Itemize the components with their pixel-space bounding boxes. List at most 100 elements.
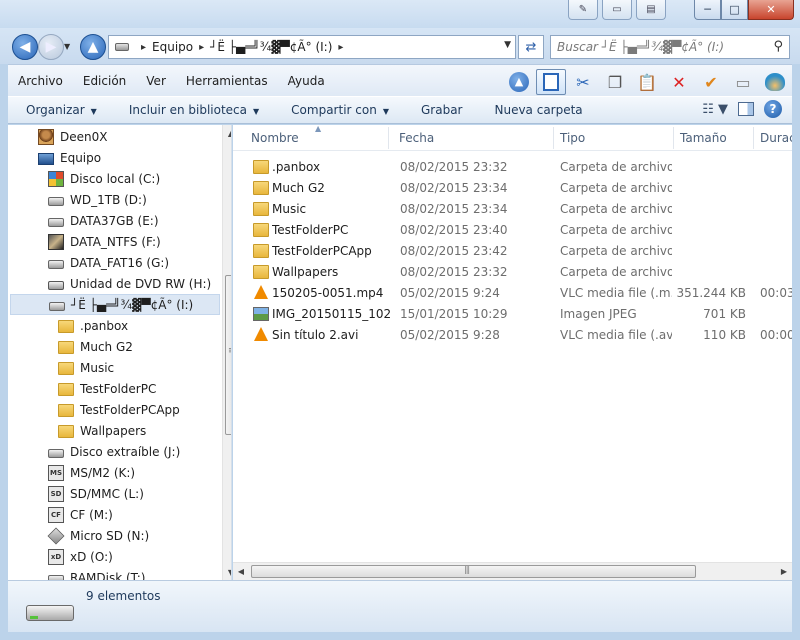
sort-ascending-icon: ▲ (315, 125, 322, 133)
column-type[interactable]: Tipo (560, 131, 585, 145)
nav-item[interactable]: .panbox (8, 315, 222, 336)
change-view-icon[interactable]: ☷ ▼ (702, 102, 728, 117)
file-row[interactable]: TestFolderPCApp 08/02/2015 23:42 Carpeta d… (233, 241, 792, 262)
file-row[interactable]: Much G2 08/02/2015 23:34 Carpeta de archiv… (233, 178, 792, 199)
column-divider[interactable] (553, 127, 554, 149)
recent-pages-dropdown[interactable]: ▼ (64, 42, 70, 51)
nav-item[interactable]: xD xD (O:) (8, 546, 222, 567)
scroll-down-icon[interactable]: ▼ (223, 564, 231, 580)
nav-item[interactable]: Deen0X (8, 126, 222, 147)
column-date[interactable]: Fecha (399, 131, 434, 145)
close-button[interactable]: ✕ (748, 0, 794, 20)
breadcrumb-drive[interactable]: ┘Ë ├▄═╝¾▓▀¢Ã° (I:) (210, 40, 332, 54)
file-row[interactable]: Sin título 2.avi 05/02/2015 9:28 VLC media… (233, 325, 792, 346)
scroll-left-icon[interactable]: ◀ (233, 563, 249, 580)
file-row[interactable]: TestFolderPC 08/02/2015 23:40 Carpeta de a… (233, 220, 792, 241)
cf-card-icon: CF (48, 506, 64, 523)
column-divider[interactable] (388, 127, 389, 149)
nav-item-label: .panbox (80, 318, 129, 333)
menu-ver[interactable]: Ver (136, 74, 176, 88)
folders-pane-icon[interactable] (536, 69, 566, 95)
nav-item[interactable]: CF CF (M:) (8, 504, 222, 525)
scroll-right-icon[interactable]: ▶ (776, 563, 792, 580)
shell-icon[interactable] (760, 69, 790, 95)
address-bar[interactable]: ▸ Equipo ▸ ┘Ë ├▄═╝¾▓▀¢Ã° (I:) ▸ ▼ (108, 35, 516, 59)
breadcrumb-separator[interactable]: ▸ (141, 42, 146, 53)
properties-icon[interactable]: ▭ (728, 69, 758, 95)
menu-archivo[interactable]: Archivo (8, 74, 73, 88)
horizontal-scroll-thumb[interactable] (251, 565, 696, 578)
breadcrumb-separator[interactable]: ▸ (338, 42, 343, 53)
search-icon[interactable]: ⚲ (773, 39, 783, 54)
back-button[interactable]: ◀ (12, 34, 38, 60)
nav-item[interactable]: ┘Ë ├▄═╝¾▓▀¢Ã° (I:) (10, 294, 220, 315)
nav-item[interactable]: RAMDisk (T:) (8, 567, 222, 580)
nav-item[interactable]: WD_1TB (D:) (8, 189, 222, 210)
cut-icon[interactable]: ✂ (568, 69, 598, 95)
file-name: TestFolderPC (272, 223, 349, 237)
up-button[interactable]: ▲ (80, 34, 106, 60)
nav-item[interactable]: DATA_NTFS (F:) (8, 231, 222, 252)
minimize-button[interactable]: ─ (694, 0, 721, 20)
file-row[interactable]: .panbox 08/02/2015 23:32 Carpeta de archiv… (233, 157, 792, 178)
menu-edicion[interactable]: Edición (73, 74, 136, 88)
item-count: 9 elementos (86, 589, 161, 603)
nav-item[interactable]: SD SD/MMC (L:) (8, 483, 222, 504)
file-row[interactable]: 150205-0051.mp4 05/02/2015 9:24 VLC media … (233, 283, 792, 304)
delete-icon[interactable]: ✕ (664, 69, 694, 95)
search-input[interactable]: Buscar ┘Ë ├▄═╝¾▓▀¢Ã° (I:) ⚲ (550, 35, 790, 59)
file-row[interactable]: Wallpapers 08/02/2015 23:32 Carpeta de arc… (233, 262, 792, 283)
nav-item[interactable]: Music (8, 357, 222, 378)
breadcrumb-separator[interactable]: ▸ (199, 42, 204, 53)
pin-button[interactable]: ✎ (568, 0, 598, 20)
horizontal-scrollbar[interactable]: ◀ ▶ (233, 562, 792, 580)
file-type: Carpeta de archivos (560, 160, 672, 174)
nav-scroll-thumb[interactable] (225, 275, 231, 435)
address-dropdown[interactable]: ▼ (504, 40, 511, 50)
maximize-button[interactable]: □ (721, 0, 748, 20)
up-folder-icon[interactable]: ▲ (504, 69, 534, 95)
search-placeholder: Buscar ┘Ë ├▄═╝¾▓▀¢Ã° (I:) (557, 40, 725, 54)
file-date: 08/02/2015 23:34 (400, 181, 508, 195)
nav-item[interactable]: DATA37GB (E:) (8, 210, 222, 231)
menu-herramientas[interactable]: Herramientas (176, 74, 278, 88)
nav-item[interactable]: Equipo (8, 147, 222, 168)
include-library-button[interactable]: Incluir en biblioteca ▼ (111, 103, 273, 117)
toolbar-icons: ▲ ✂ ❐ 📋 ✕ ✔ ▭ (504, 69, 790, 95)
copy-icon[interactable]: ❐ (600, 69, 630, 95)
column-size[interactable]: Tamaño (680, 131, 727, 145)
file-row[interactable]: IMG_20150115_1029... 15/01/2015 10:29 Imag… (233, 304, 792, 325)
nav-item[interactable]: Disco local (C:) (8, 168, 222, 189)
nav-item[interactable]: DATA_FAT16 (G:) (8, 252, 222, 273)
tile-window-button[interactable]: ▤ (636, 0, 666, 20)
column-name[interactable]: Nombre (251, 131, 299, 145)
paste-icon[interactable]: 📋 (632, 69, 662, 95)
folder-icon (58, 362, 74, 375)
menu-ayuda[interactable]: Ayuda (278, 74, 335, 88)
nav-item[interactable]: Micro SD (N:) (8, 525, 222, 546)
nav-item[interactable]: TestFolderPC (8, 378, 222, 399)
burn-button[interactable]: Grabar (403, 103, 477, 117)
column-duration[interactable]: Duración (760, 131, 792, 145)
refresh-button[interactable]: ⇄ (518, 35, 544, 59)
nav-item[interactable]: Much G2 (8, 336, 222, 357)
new-folder-button[interactable]: Nueva carpeta (476, 103, 596, 117)
nav-item[interactable]: MS MS/M2 (K:) (8, 462, 222, 483)
nav-item[interactable]: Wallpapers (8, 420, 222, 441)
breadcrumb-equipo[interactable]: Equipo (152, 40, 193, 54)
share-with-button[interactable]: Compartir con ▼ (273, 103, 403, 117)
forward-button[interactable]: ▶ (38, 34, 64, 60)
nav-item[interactable]: TestFolderPCApp (8, 399, 222, 420)
column-divider[interactable] (673, 127, 674, 149)
column-divider[interactable] (753, 127, 754, 149)
nav-scrollbar[interactable]: ▲ ▼ (222, 125, 231, 580)
file-row[interactable]: Music 08/02/2015 23:34 Carpeta de archivos (233, 199, 792, 220)
preview-pane-icon[interactable] (738, 102, 754, 116)
nav-item[interactable]: Unidad de DVD RW (H:) (8, 273, 222, 294)
nav-item[interactable]: Disco extraíble (J:) (8, 441, 222, 462)
restore-window-button[interactable]: ▭ (602, 0, 632, 20)
help-icon[interactable]: ? (764, 100, 782, 118)
organize-button[interactable]: Organizar ▼ (8, 103, 111, 117)
scroll-up-icon[interactable]: ▲ (223, 125, 231, 141)
checkmark-icon[interactable]: ✔ (696, 69, 726, 95)
